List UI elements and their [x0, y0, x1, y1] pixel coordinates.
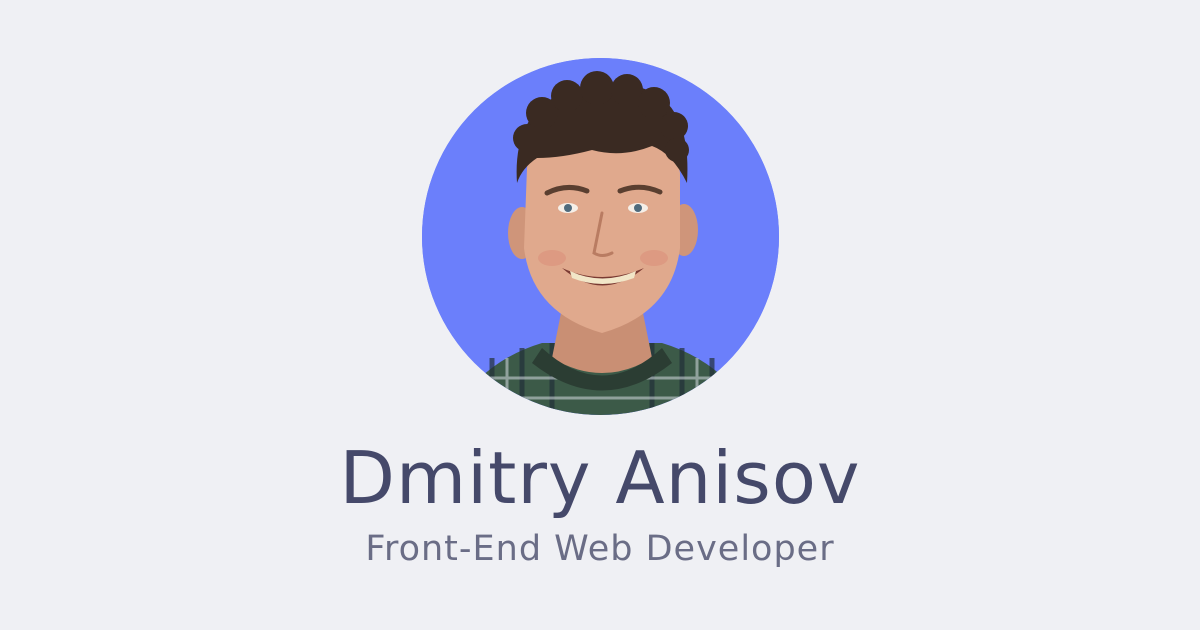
- profile-card: Dmitry Anisov Front-End Web Developer: [0, 0, 1200, 630]
- person-name: Dmitry Anisov: [339, 436, 861, 520]
- avatar: [422, 58, 779, 415]
- job-title: Front-End Web Developer: [365, 529, 835, 569]
- portrait-icon: [422, 58, 779, 415]
